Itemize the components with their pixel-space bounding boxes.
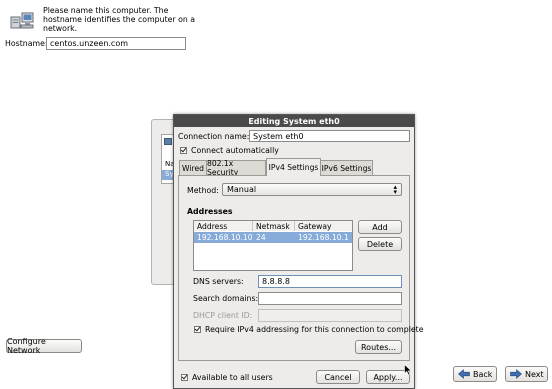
routes-button[interactable]: Routes... [355, 340, 402, 354]
wired-tab-icon [164, 138, 172, 145]
add-button[interactable]: Add [358, 220, 402, 234]
available-all-users-label: Available to all users [192, 373, 273, 382]
dns-servers-input[interactable]: 8.8.8.8 [258, 275, 402, 288]
updown-arrows-icon: ▴ ▾ [393, 183, 397, 196]
dialog-title-bar[interactable]: Editing System eth0 [174, 115, 414, 127]
connection-name-input[interactable]: System eth0 [249, 130, 410, 142]
method-label: Method: [187, 186, 219, 195]
addresses-heading: Addresses [187, 207, 233, 216]
table-cell-netmask: 24 [256, 233, 266, 242]
back-button[interactable]: Back [453, 366, 497, 382]
column-header-netmask[interactable]: Netmask [253, 221, 295, 231]
intro-text: Please name this computer. The hostname … [43, 6, 213, 33]
delete-button[interactable]: Delete [358, 237, 402, 251]
next-button-label: Next [525, 369, 544, 379]
column-header-gateway[interactable]: Gateway [295, 221, 352, 231]
back-button-label: Back [473, 369, 493, 379]
back-arrow-icon [458, 369, 470, 379]
tab-wired[interactable]: Wired [179, 160, 207, 175]
next-button[interactable]: Next [505, 366, 548, 382]
tab-ipv4-settings[interactable]: IPv4 Settings [266, 158, 321, 176]
intro-text-line1: Please name this computer. The [43, 6, 169, 15]
intro-text-line3: network. [43, 24, 78, 33]
tab-ipv6-settings[interactable]: IPv6 Settings [320, 160, 373, 175]
mouse-pointer-icon [404, 363, 413, 376]
require-ipv4-label: Require IPv4 addressing for this connect… [205, 325, 424, 334]
method-value: Manual [227, 185, 257, 194]
connect-automatically-label: Connect automatically [191, 146, 279, 155]
next-arrow-icon [510, 369, 522, 379]
search-domains-input[interactable] [258, 292, 402, 305]
table-cell-address: 192.168.10.10 [197, 233, 253, 242]
hostname-input[interactable]: centos.unzeen.com [46, 37, 186, 50]
available-all-users-checkbox[interactable] [181, 374, 188, 381]
hostname-label: Hostname: [5, 39, 48, 48]
connection-name-label: Connection name: [178, 132, 250, 141]
dhcp-client-id-label: DHCP client ID: [193, 311, 253, 320]
tab-8021x-security[interactable]: 802.1x Security [206, 159, 266, 177]
search-domains-label: Search domains: [193, 294, 259, 303]
intro-text-line2: hostname identifies the computer on a [43, 15, 196, 24]
method-select[interactable]: Manual ▴ ▾ [222, 183, 402, 196]
dialog-title: Editing System eth0 [248, 116, 340, 126]
cancel-button[interactable]: Cancel [316, 370, 360, 384]
dhcp-client-id-input [258, 309, 402, 322]
configure-network-button[interactable]: Configure Network [6, 337, 82, 355]
require-ipv4-checkbox[interactable] [194, 326, 201, 333]
network-computer-icon [10, 10, 34, 32]
table-cell-gateway: 192.168.10.1 [298, 233, 349, 242]
column-header-address[interactable]: Address [194, 221, 253, 231]
dns-servers-label: DNS servers: [193, 277, 244, 286]
connect-automatically-checkbox[interactable] [180, 147, 187, 154]
